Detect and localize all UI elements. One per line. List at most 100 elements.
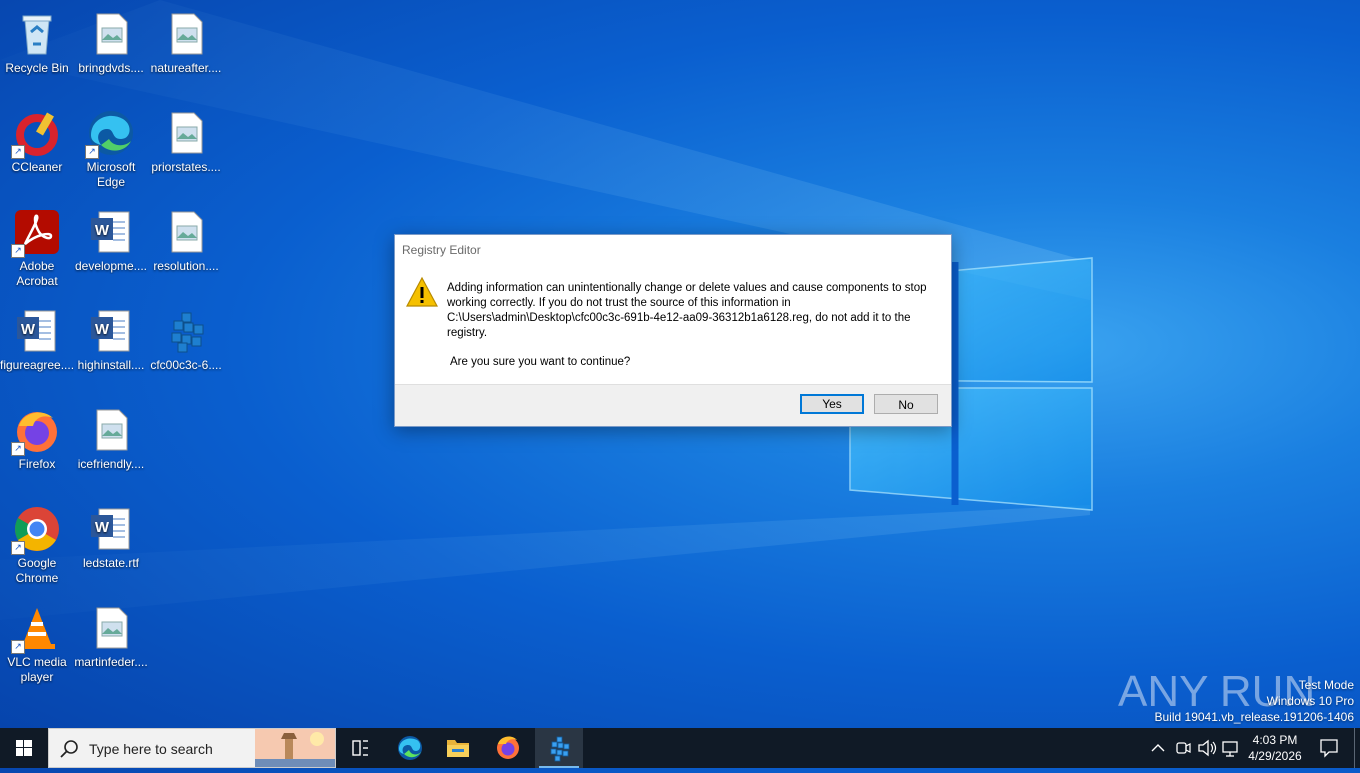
clock-date: 4/29/2026 (1248, 749, 1302, 763)
network-icon[interactable] (1221, 728, 1241, 768)
shortcut-arrow-icon: ↗ (11, 244, 25, 258)
shortcut-arrow-icon: ↗ (11, 541, 25, 555)
registry-editor-dialog: Registry Editor Adding information can u… (394, 234, 952, 427)
shortcut-arrow-icon: ↗ (11, 640, 25, 654)
desktop-icon-label: Google Chrome (15, 556, 59, 585)
svg-text:W: W (95, 222, 110, 239)
taskbar-file-explorer-button[interactable] (434, 728, 482, 768)
desktop-icon-ccleaner[interactable]: ↗ CCleaner (0, 103, 74, 199)
svg-text:W: W (21, 321, 36, 338)
desktop-icon-label: Microsoft Edge (86, 160, 136, 189)
shortcut-arrow-icon: ↗ (85, 145, 99, 159)
taskbar-registry-editor-button[interactable] (535, 728, 583, 768)
shortcut-arrow-icon: ↗ (11, 145, 25, 159)
desktop-icon-martinfeder[interactable]: martinfeder.... (74, 598, 148, 694)
svg-text:W: W (95, 321, 110, 338)
search-icon (60, 740, 78, 758)
word-doc-icon: W (87, 208, 135, 256)
chrome-icon: ↗ (11, 505, 61, 555)
desktop-icon-microsoft-edge[interactable]: ↗ Microsoft Edge (74, 103, 148, 199)
image-file-icon (87, 406, 135, 454)
desktop-icon-developme[interactable]: W developme.... (74, 202, 148, 298)
action-center-icon[interactable] (1316, 728, 1342, 768)
image-file-icon (87, 10, 135, 58)
image-file-icon (162, 208, 210, 256)
task-view-icon (352, 740, 368, 756)
vlc-icon: ↗ (11, 604, 61, 654)
desktop-icon-recycle-bin[interactable]: Recycle Bin (0, 4, 74, 100)
ccleaner-icon: ↗ (11, 109, 61, 159)
edge-icon: ↗ (85, 109, 135, 159)
desktop-icon-label: martinfeder.... (74, 655, 148, 669)
windows-watermark: Test Mode Windows 10 Pro Build 19041.vb_… (1155, 677, 1355, 725)
desktop-icon-label: highinstall.... (77, 358, 145, 372)
desktop-icon-resolution[interactable]: resolution.... (149, 202, 223, 298)
desktop-icon-vlc[interactable]: ↗ VLC media player (0, 598, 74, 694)
warning-icon (405, 276, 439, 307)
desktop-icon-label: Firefox (18, 457, 56, 471)
desktop-icon-firefox[interactable]: ↗ Firefox (0, 400, 74, 496)
taskbar-clock[interactable]: 4:03 PM 4/29/2026 (1240, 732, 1310, 764)
taskbar-firefox-button[interactable] (484, 728, 532, 768)
desktop-icon-google-chrome[interactable]: ↗ Google Chrome (0, 499, 74, 595)
yes-button[interactable]: Yes (800, 394, 864, 414)
desktop-icon-label: bringdvds.... (78, 61, 144, 75)
desktop-icon-priorstates[interactable]: priorstates.... (149, 103, 223, 199)
registry-editor-icon (550, 736, 570, 762)
windows-logo-icon (16, 740, 32, 756)
desktop-icon-label: CCleaner (11, 160, 63, 174)
acrobat-icon: ↗ (11, 208, 61, 258)
desktop-icon-label: cfc00c3c-6.... (150, 358, 222, 372)
desktop-icon-label: ledstate.rtf (82, 556, 140, 570)
image-file-icon (162, 10, 210, 58)
word-doc-icon: W (13, 307, 61, 355)
desktop-icon-figureagree[interactable]: W figureagree.... (0, 301, 74, 397)
taskbar: Type here to search 4:03 PM 4/29/2026 (0, 728, 1360, 768)
firefox-icon: ↗ (11, 406, 61, 456)
desktop-icon-label: VLC media player (7, 655, 67, 684)
registry-file-icon (162, 307, 210, 355)
file-explorer-icon (447, 740, 469, 757)
svg-text:W: W (95, 519, 110, 536)
word-doc-icon: W (87, 505, 135, 553)
watermark-test-mode: Test Mode (1298, 678, 1354, 692)
image-file-icon (162, 109, 210, 157)
desktop-icon-highinstall[interactable]: W highinstall.... (74, 301, 148, 397)
shortcut-arrow-icon: ↗ (11, 442, 25, 456)
desktop-icon-label: priorstates.... (151, 160, 221, 174)
desktop-icon-adobe-acrobat[interactable]: ↗ Adobe Acrobat (0, 202, 74, 298)
taskbar-search-box[interactable]: Type here to search (48, 728, 336, 768)
desktop-icon-cfc00c3c-reg[interactable]: cfc00c3c-6.... (149, 301, 223, 397)
desktop-icon-ledstate[interactable]: W ledstate.rtf (74, 499, 148, 595)
dialog-question: Are you sure you want to continue? (450, 356, 631, 368)
task-view-button[interactable] (336, 728, 384, 768)
volume-icon[interactable] (1196, 728, 1218, 768)
firefox-icon (497, 736, 519, 759)
desktop-icon-label: Adobe Acrobat (16, 259, 58, 288)
desktop-icon-label: figureagree.... (0, 358, 74, 372)
search-highlight-illustration-icon (255, 729, 335, 767)
word-doc-icon: W (87, 307, 135, 355)
start-button[interactable] (0, 728, 48, 768)
taskbar-edge-button[interactable] (386, 728, 434, 768)
desktop-icon-bringdvds[interactable]: bringdvds.... (74, 4, 148, 100)
desktop-icon-icefriendly[interactable]: icefriendly.... (74, 400, 148, 496)
dialog-message: Adding information can unintentionally c… (447, 282, 927, 339)
show-hidden-icons-chevron-icon[interactable] (1148, 728, 1168, 768)
no-button[interactable]: No (874, 394, 938, 414)
show-desktop-divider[interactable] (1354, 728, 1355, 768)
desktop-icon-natureafter[interactable]: natureafter.... (149, 4, 223, 100)
dialog-button-bar: Yes No (395, 384, 951, 426)
desktop-icon-label: natureafter.... (150, 61, 222, 75)
watermark-build: Build 19041.vb_release.191206-1406 (1154, 710, 1355, 724)
desktop-icon-label: developme.... (74, 259, 148, 273)
image-file-icon (87, 604, 135, 652)
search-placeholder: Type here to search (89, 741, 213, 757)
edge-icon (398, 736, 422, 760)
dialog-title: Registry Editor (402, 243, 481, 257)
desktop-icon-label: resolution.... (153, 259, 219, 273)
clock-time: 4:03 PM (1252, 733, 1298, 747)
meet-now-icon[interactable] (1173, 728, 1193, 768)
recycle-bin-icon (13, 10, 61, 58)
watermark-edition: Windows 10 Pro (1266, 694, 1354, 708)
